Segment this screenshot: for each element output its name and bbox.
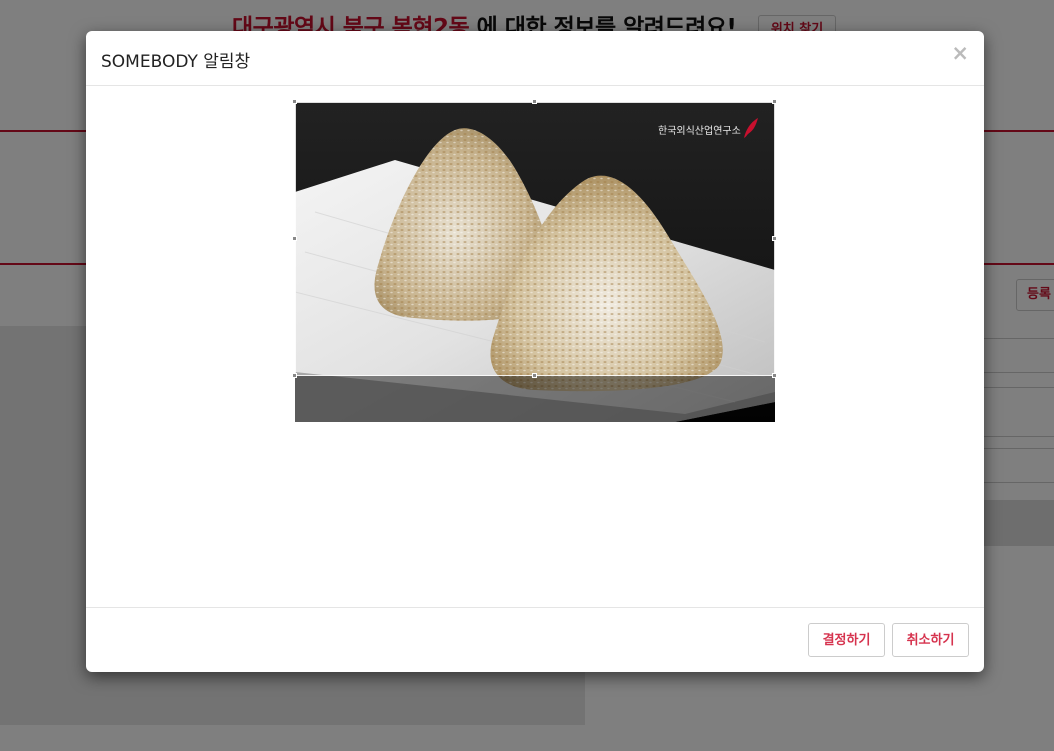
crop-handle-right[interactable]: [772, 236, 777, 241]
crop-handle-left[interactable]: [292, 236, 297, 241]
close-icon[interactable]: ×: [951, 41, 969, 65]
crop-handle-top[interactable]: [532, 99, 537, 104]
modal-footer: 결정하기 취소하기: [86, 607, 984, 672]
alert-modal: SOMEBODY 알림창 × 한국외식산업연구소 결정하기 취소하기: [86, 31, 984, 672]
crop-handle-bottom-right[interactable]: [772, 373, 777, 378]
cancel-button[interactable]: 취소하기: [892, 623, 969, 657]
crop-handle-bottom[interactable]: [532, 373, 537, 378]
crop-handle-top-left[interactable]: [292, 99, 297, 104]
crop-selection-box[interactable]: [295, 102, 775, 376]
crop-handle-bottom-left[interactable]: [292, 373, 297, 378]
modal-title: SOMEBODY 알림창: [101, 52, 251, 72]
crop-outside-shade: [295, 376, 775, 422]
modal-header: SOMEBODY 알림창 ×: [86, 31, 984, 86]
confirm-button[interactable]: 결정하기: [808, 623, 885, 657]
crop-handle-top-right[interactable]: [772, 99, 777, 104]
